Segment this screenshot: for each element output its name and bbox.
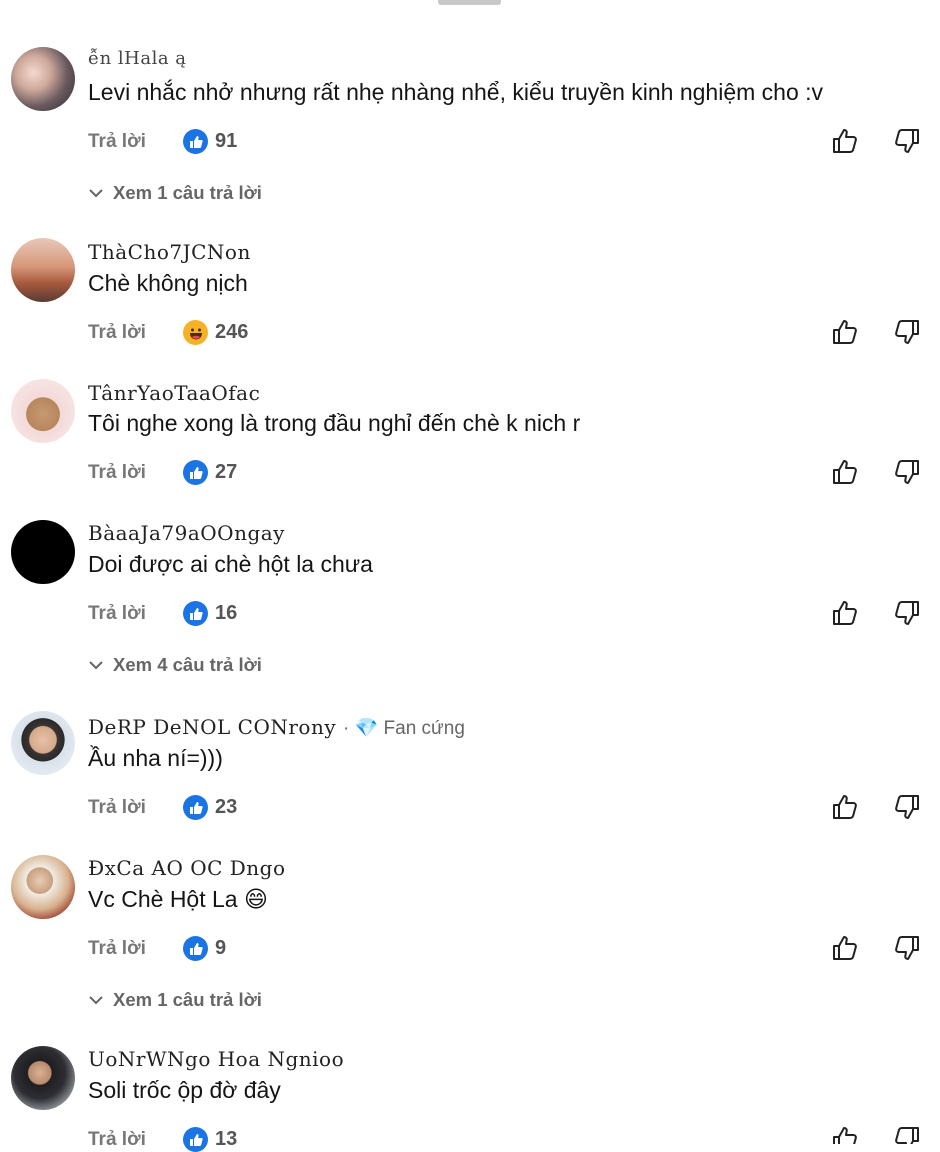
avatar[interactable] xyxy=(11,520,75,584)
thumbs-down-icon[interactable] xyxy=(893,599,921,627)
comment-text: Tôi nghe xong là trong đầu nghỉ đến chè … xyxy=(88,410,581,436)
thumbs-down-icon[interactable] xyxy=(893,934,921,962)
thumbs-up-icon[interactable] xyxy=(831,793,859,821)
fan-badge: · 💎 Fan cứng xyxy=(343,718,465,739)
reaction-summary[interactable]: 27 xyxy=(183,460,237,485)
thumbs-down-icon[interactable] xyxy=(893,1125,921,1144)
chevron-down-icon xyxy=(89,189,103,198)
thumbs-down-icon[interactable] xyxy=(893,127,921,155)
thumbs-up-icon[interactable] xyxy=(831,1125,859,1144)
reaction-count: 16 xyxy=(215,602,238,624)
like-reaction-icon xyxy=(183,1127,208,1152)
reaction-count: 27 xyxy=(215,461,238,483)
avatar[interactable] xyxy=(11,1046,75,1110)
chevron-down-icon xyxy=(89,996,103,1005)
avatar[interactable] xyxy=(11,238,75,302)
thumbs-down-icon[interactable] xyxy=(893,793,921,821)
view-replies-button[interactable]: Xem 4 câu trả lời xyxy=(88,654,262,676)
like-reaction-icon xyxy=(183,129,208,154)
like-reaction-icon xyxy=(183,795,208,820)
comment-text: Chè không nịch xyxy=(88,270,248,296)
comment-text: Soli trốc ộp đờ đây xyxy=(88,1077,281,1103)
comment-author[interactable]: TânrYaoTaaOfac xyxy=(88,381,260,405)
sheet-drag-handle[interactable] xyxy=(438,0,501,5)
comment-author[interactable]: BàaaJa79aOOngay xyxy=(88,521,285,545)
reaction-count: 9 xyxy=(215,937,227,959)
comment-author[interactable]: UoNrWNgo Hoa Ngnioo xyxy=(88,1047,344,1071)
comment-text: Levi nhắc nhở nhưng rất nhẹ nhàng nhể, k… xyxy=(88,79,824,105)
view-replies-button[interactable]: Xem 1 câu trả lời xyxy=(88,182,262,204)
comment-author[interactable]: ThàCho7JCNon xyxy=(88,240,251,264)
comment-author-name[interactable]: DeRP DeNOL CONrony xyxy=(88,715,336,739)
thumbs-up-icon[interactable] xyxy=(831,458,859,486)
reaction-summary[interactable]: 16 xyxy=(183,601,237,626)
thumbs-down-icon[interactable] xyxy=(893,318,921,346)
reply-button[interactable]: Trả lời xyxy=(88,603,146,625)
view-replies-button[interactable]: Xem 1 câu trả lời xyxy=(88,989,262,1011)
reaction-count: 246 xyxy=(215,321,249,343)
reaction-summary[interactable]: 9 xyxy=(183,936,226,961)
avatar[interactable] xyxy=(11,47,75,111)
thumbs-up-icon[interactable] xyxy=(831,934,859,962)
like-reaction-icon xyxy=(183,601,208,626)
reply-button[interactable]: Trả lời xyxy=(88,938,146,960)
view-replies-label: Xem 1 câu trả lời xyxy=(113,182,262,203)
comment-author[interactable]: ễn lHala ą xyxy=(88,48,187,69)
reply-button[interactable]: Trả lời xyxy=(88,462,146,484)
avatar[interactable] xyxy=(11,855,75,919)
view-replies-label: Xem 4 câu trả lời xyxy=(113,654,262,675)
chevron-down-icon xyxy=(89,661,103,670)
haha-reaction-icon xyxy=(183,320,208,345)
reaction-count: 23 xyxy=(215,796,238,818)
reply-button[interactable]: Trả lời xyxy=(88,131,146,153)
like-reaction-icon xyxy=(183,460,208,485)
thumbs-up-icon[interactable] xyxy=(831,599,859,627)
like-reaction-icon xyxy=(183,936,208,961)
reaction-summary[interactable]: 91 xyxy=(183,129,237,154)
thumbs-up-icon[interactable] xyxy=(831,318,859,346)
reaction-summary[interactable]: 23 xyxy=(183,795,237,820)
reaction-count: 91 xyxy=(215,130,238,152)
avatar[interactable] xyxy=(11,379,75,443)
reaction-summary[interactable]: 246 xyxy=(183,320,248,345)
comment-author: DeRP DeNOL CONrony · 💎 Fan cứng xyxy=(88,715,465,740)
comment-text: Doi được ai chè hột la chưa xyxy=(88,551,373,577)
reply-button[interactable]: Trả lời xyxy=(88,1129,146,1151)
reply-button[interactable]: Trả lời xyxy=(88,797,146,819)
reaction-summary[interactable]: 13 xyxy=(183,1127,237,1152)
thumbs-up-icon[interactable] xyxy=(831,127,859,155)
thumbs-down-icon[interactable] xyxy=(893,458,921,486)
view-replies-label: Xem 1 câu trả lời xyxy=(113,989,262,1010)
comment-text: Vc Chè Hột La 😄 xyxy=(88,886,268,912)
comment-text: Ầu nha ní=))) xyxy=(88,745,223,771)
reply-button[interactable]: Trả lời xyxy=(88,322,146,344)
comment-author[interactable]: ĐxCa AO OC Dngo xyxy=(88,856,286,880)
avatar[interactable] xyxy=(11,711,75,775)
reaction-count: 13 xyxy=(215,1128,238,1150)
